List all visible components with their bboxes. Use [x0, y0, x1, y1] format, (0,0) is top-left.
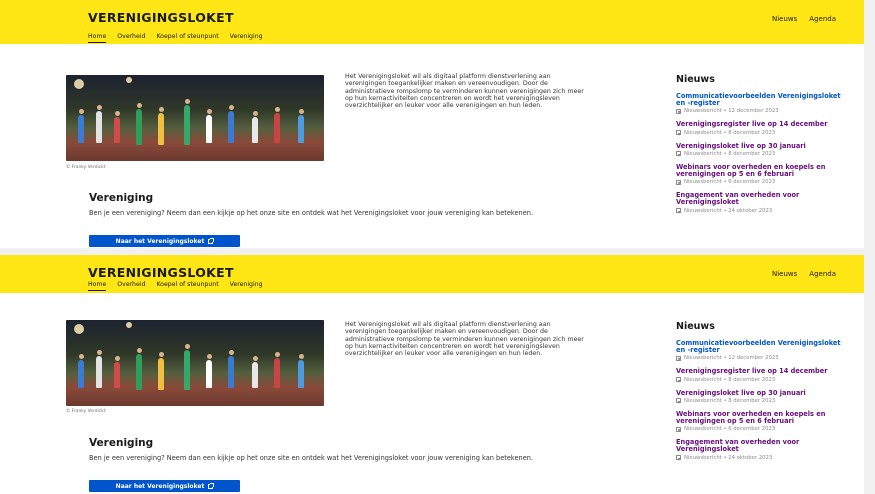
news-item: Engagement van overheden voor Vereniging… [676, 439, 851, 461]
news-meta: Nieuwsbericht • 6 december 2023 [684, 426, 776, 433]
newspaper-icon [676, 179, 681, 185]
news-column: Nieuws Communicatievoorbeelden Verenigin… [676, 321, 851, 468]
newspaper-icon [676, 355, 681, 361]
newspaper-icon [676, 377, 681, 383]
news-item: Verenigingsloket live op 30 januari Nieu… [676, 389, 851, 404]
page-panel-bottom: VERENIGINGSLOKET Nieuws Agenda Home Over… [0, 255, 864, 494]
scrollbar-track[interactable] [864, 0, 875, 494]
news-item: Verenigingsregister live op 14 december … [676, 121, 851, 136]
nav-koepel[interactable]: Koepel of steunpunt [156, 33, 218, 43]
main-nav: Home Overheid Koepel of steunpunt Vereni… [88, 281, 263, 291]
news-item: Verenigingsloket live op 30 januari Nieu… [676, 142, 851, 157]
news-meta: Nieuwsbericht • 8 december 2023 [684, 129, 776, 136]
news-meta: Nieuwsbericht • 12 december 2023 [684, 108, 779, 115]
top-link-agenda[interactable]: Agenda [809, 15, 836, 23]
newspaper-icon [676, 398, 681, 404]
nav-overheid[interactable]: Overheid [117, 33, 145, 43]
news-item: Communicatievoorbeelden Verenigingsloket… [676, 92, 851, 115]
newspaper-icon [676, 455, 681, 461]
news-meta: Nieuwsbericht • 8 december 2023 [684, 150, 776, 157]
intro-text: Het Verenigingsloket wil als digitaal pl… [345, 321, 584, 358]
news-meta: Nieuwsbericht • 8 december 2023 [684, 397, 776, 404]
button-label: Naar het Verenigingsloket [115, 237, 205, 245]
section-text: Ben je een vereniging? Neem dan een kijk… [89, 209, 534, 217]
newspaper-icon [676, 151, 681, 157]
hero-photo [66, 75, 324, 161]
news-link[interactable]: Verenigingsregister live op 14 december [676, 121, 851, 128]
intro-text: Het Verenigingsloket wil als digitaal pl… [345, 73, 584, 110]
news-link[interactable]: Verenigingsregister live op 14 december [676, 368, 851, 375]
newspaper-icon [676, 208, 681, 214]
news-item: Webinars voor overheden en koepels en ve… [676, 163, 851, 186]
nav-home[interactable]: Home [88, 33, 107, 43]
top-links: Nieuws Agenda [772, 15, 836, 23]
brand-logo[interactable]: VERENIGINGSLOKET [88, 265, 234, 280]
nav-koepel[interactable]: Koepel of steunpunt [156, 281, 218, 291]
photo-credit: © Franky Verdickt [66, 409, 106, 414]
site-header: VERENIGINGSLOKET Nieuws Agenda Home Over… [0, 255, 864, 293]
newspaper-icon [676, 130, 681, 136]
section-title: Vereniging [89, 437, 154, 449]
top-link-nieuws[interactable]: Nieuws [772, 270, 797, 278]
newspaper-icon [676, 108, 681, 114]
news-link[interactable]: Webinars voor overheden en koepels en ve… [676, 410, 851, 425]
site-header: VERENIGINGSLOKET Nieuws Agenda Home Over… [0, 0, 864, 44]
news-item: Engagement van overheden voor Vereniging… [676, 192, 851, 214]
news-column: Nieuws Communicatievoorbeelden Verenigin… [676, 74, 851, 221]
button-label: Naar het Verenigingsloket [115, 482, 205, 490]
hero-photo [66, 320, 324, 406]
news-link[interactable]: Communicatievoorbeelden Verenigingsloket… [676, 92, 851, 107]
brand-logo[interactable]: VERENIGINGSLOKET [88, 10, 234, 25]
nav-overheid[interactable]: Overheid [117, 281, 145, 291]
newspaper-icon [676, 426, 681, 432]
news-item: Webinars voor overheden en koepels en ve… [676, 410, 851, 433]
news-heading: Nieuws [676, 74, 715, 85]
news-meta: Nieuwsbericht • 6 december 2023 [684, 179, 776, 186]
news-item: Communicatievoorbeelden Verenigingsloket… [676, 339, 851, 362]
news-link[interactable]: Verenigingsloket live op 30 januari [676, 389, 851, 397]
news-link[interactable]: Engagement van overheden voor Vereniging… [676, 439, 851, 454]
main-nav: Home Overheid Koepel of steunpunt Vereni… [88, 33, 263, 43]
news-link[interactable]: Verenigingsloket live op 30 januari [676, 142, 851, 150]
external-link-icon [208, 482, 215, 489]
news-link[interactable]: Webinars voor overheden en koepels en ve… [676, 163, 851, 178]
top-links: Nieuws Agenda [772, 270, 836, 278]
section-title: Vereniging [89, 192, 154, 204]
news-meta: Nieuwsbericht • 8 december 2023 [684, 376, 776, 383]
screenshot-frame: VERENIGINGSLOKET Nieuws Agenda Home Over… [0, 0, 875, 494]
nav-home[interactable]: Home [88, 281, 107, 291]
news-link[interactable]: Communicatievoorbeelden Verenigingsloket… [676, 339, 851, 354]
verenigingsloket-button[interactable]: Naar het Verenigingsloket [89, 235, 240, 247]
news-meta: Nieuwsbericht • 12 december 2023 [684, 355, 779, 362]
nav-vereniging[interactable]: Vereniging [230, 281, 263, 291]
news-item: Verenigingsregister live op 14 december … [676, 368, 851, 383]
news-heading: Nieuws [676, 321, 715, 332]
verenigingsloket-button[interactable]: Naar het Verenigingsloket [89, 480, 240, 492]
nav-vereniging[interactable]: Vereniging [230, 33, 263, 43]
section-text: Ben je een vereniging? Neem dan een kijk… [89, 454, 534, 462]
news-link[interactable]: Engagement van overheden voor Vereniging… [676, 192, 851, 207]
top-link-agenda[interactable]: Agenda [809, 270, 836, 278]
photo-credit: © Franky Verdickt [66, 165, 106, 170]
news-meta: Nieuwsbericht • 24 oktober 2023 [684, 454, 773, 461]
top-link-nieuws[interactable]: Nieuws [772, 15, 797, 23]
external-link-icon [208, 237, 215, 244]
news-meta: Nieuwsbericht • 24 oktober 2023 [684, 207, 773, 214]
page-panel-top: VERENIGINGSLOKET Nieuws Agenda Home Over… [0, 0, 864, 248]
